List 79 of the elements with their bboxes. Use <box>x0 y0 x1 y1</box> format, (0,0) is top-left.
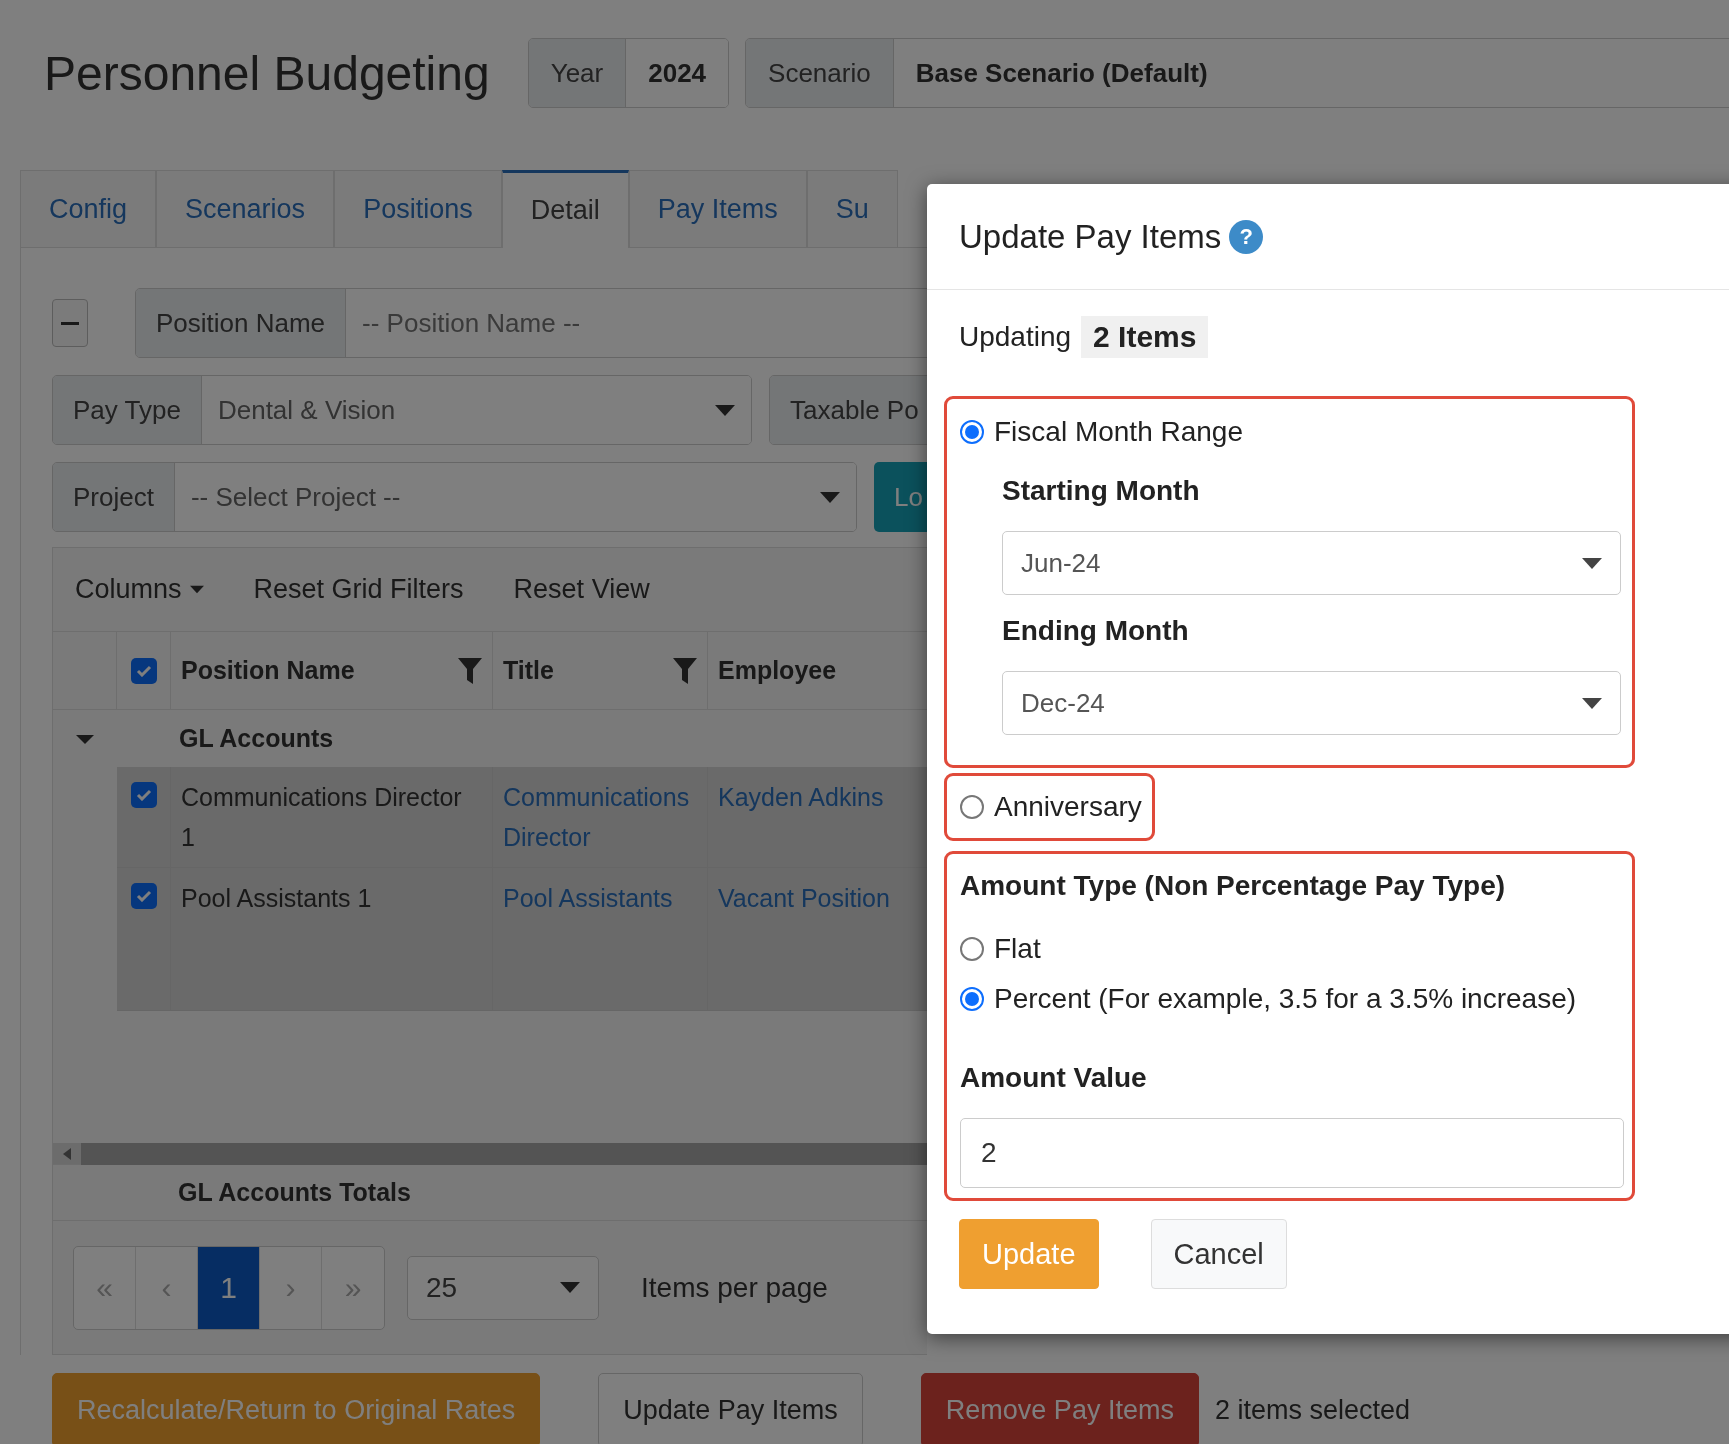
taxable-select[interactable]: Taxable Po <box>769 375 927 445</box>
page-button[interactable]: 1 <box>198 1246 260 1329</box>
year-label: Year <box>528 39 627 107</box>
field-label: Position Name <box>136 289 347 357</box>
page-size-select[interactable]: 25 <box>407 1255 599 1320</box>
caret-icon <box>820 491 840 503</box>
tab[interactable]: Positions <box>334 170 502 247</box>
field-label: Ending Month <box>1002 615 1190 647</box>
load-button[interactable]: Lo <box>874 462 927 532</box>
radio-label[interactable]: Flat <box>994 933 1041 965</box>
caret-icon <box>1582 697 1602 709</box>
toolbar-link[interactable]: Reset View <box>513 574 650 605</box>
scenario-label: Scenario <box>746 39 894 107</box>
field-label: Project <box>53 463 175 531</box>
checkbox[interactable] <box>130 657 157 684</box>
caret-icon <box>560 1282 580 1293</box>
check-icon <box>135 890 152 902</box>
action-button[interactable]: Update Pay Items <box>598 1373 863 1444</box>
section-label: Amount Type (Non Percentage Pay Type) <box>960 870 1507 902</box>
table-cell: Communications Director 1 <box>181 783 462 851</box>
last-page-button[interactable]: » <box>322 1246 384 1329</box>
caret-icon <box>1582 557 1602 569</box>
amount-input[interactable]: 2 <box>960 1118 1624 1188</box>
column-header[interactable]: Position Name <box>181 656 355 685</box>
cancel-button[interactable]: Cancel <box>1150 1219 1287 1289</box>
check-icon <box>135 664 152 677</box>
update-button[interactable]: Update <box>959 1219 1099 1289</box>
caret-icon <box>715 404 735 416</box>
help-icon[interactable]: ? <box>1229 219 1264 254</box>
page-title: Personnel Budgeting <box>44 45 490 101</box>
updating-label: Updating <box>959 321 1072 353</box>
radio-label[interactable]: Fiscal Month Range <box>994 416 1243 448</box>
position-name-field[interactable]: Position Name -- Position Name -- <box>135 288 927 358</box>
tab[interactable]: Pay Items <box>628 170 807 247</box>
select-value: -- Select Project -- <box>190 481 401 513</box>
radio-button[interactable] <box>960 420 984 444</box>
scenario-selector[interactable]: Scenario Base Scenario (Default) <box>745 38 1729 108</box>
group-label: GL Accounts <box>179 724 334 753</box>
tab[interactable]: Scenarios <box>156 170 335 247</box>
toolbar-link[interactable]: Reset Grid Filters <box>253 574 464 605</box>
pay-type-select[interactable]: Pay Type Dental & Vision <box>52 375 752 445</box>
table-cell: Pool Assistants 1 <box>181 884 372 912</box>
action-button[interactable]: Recalculate/Return to Original Rates <box>52 1373 541 1444</box>
collapse-button[interactable] <box>52 299 88 347</box>
month-select[interactable]: Dec-24 <box>1002 671 1621 735</box>
radio-button[interactable] <box>960 937 984 961</box>
field-label: Starting Month <box>1002 475 1201 507</box>
selection-count: 2 items selected <box>1214 1394 1410 1426</box>
radio-button[interactable] <box>960 795 984 819</box>
tab[interactable]: Detail <box>501 170 629 248</box>
project-select[interactable]: Project -- Select Project -- <box>52 462 857 532</box>
radio-label[interactable]: Anniversary <box>994 791 1142 823</box>
horizontal-scrollbar[interactable] <box>53 1143 927 1165</box>
checkbox[interactable] <box>130 782 157 808</box>
tab[interactable]: Config <box>20 170 157 247</box>
dialog-title: Update Pay Items <box>959 217 1222 256</box>
page-size-label: Items per page <box>641 1271 828 1304</box>
totals-label: GL Accounts Totals <box>178 1178 411 1207</box>
select-value: Dental & Vision <box>217 394 396 426</box>
field-label: Amount Value <box>960 1062 1148 1094</box>
checkbox[interactable] <box>130 883 157 909</box>
scroll-left-icon[interactable] <box>63 1147 71 1160</box>
month-select[interactable]: Jun-24 <box>1002 531 1621 595</box>
minus-icon <box>61 321 79 325</box>
tab[interactable]: Su <box>806 170 898 247</box>
item-count: 2 Items <box>1081 316 1209 358</box>
radio-button[interactable] <box>960 987 984 1011</box>
check-icon <box>135 789 152 801</box>
filter-icon[interactable] <box>458 657 482 684</box>
year-selector[interactable]: Year 2024 <box>527 38 730 108</box>
radio-label[interactable]: Percent (For example, 3.5 for a 3.5% increase) <box>994 983 1577 1015</box>
filter-icon[interactable] <box>673 657 697 684</box>
field-label: Pay Type <box>53 376 202 444</box>
first-page-button[interactable]: « <box>74 1246 136 1329</box>
column-header[interactable]: Title <box>503 656 554 685</box>
action-button[interactable]: Remove Pay Items <box>920 1373 1199 1444</box>
next-page-button[interactable]: › <box>260 1246 322 1329</box>
columns-dropdown[interactable]: Columns <box>75 574 204 605</box>
column-header[interactable]: Employee <box>718 656 837 685</box>
